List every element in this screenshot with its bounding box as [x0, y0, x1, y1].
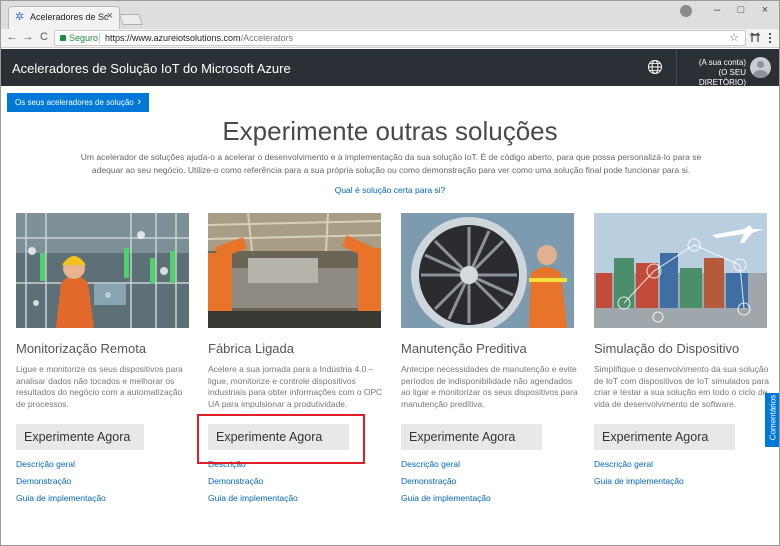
maximize-button[interactable]: □: [729, 3, 753, 17]
url-text: https://www.azureiotsolutions.com/Accele…: [105, 33, 293, 43]
reload-icon[interactable]: C: [37, 31, 51, 43]
overview-link[interactable]: Descrição geral: [594, 459, 653, 469]
tab-strip: ✲ Aceleradores de Soluçõe × – □ ×: [1, 1, 779, 29]
deployment-guide-link[interactable]: Guia de implementação: [16, 493, 106, 503]
close-window-button[interactable]: ×: [753, 3, 777, 17]
bookmark-star-icon[interactable]: ☆: [729, 31, 739, 44]
demo-link[interactable]: Demonstração: [208, 476, 263, 486]
intro-text: Um acelerador de soluções ajuda-o a acel…: [80, 152, 702, 175]
account-menu[interactable]: (A sua conta) (O SEU DIRETÓRIO): [679, 58, 746, 88]
url-path: /Accelerators: [240, 33, 294, 43]
card-connected-factory: Fábrica Ligada Acelere a sua jornada par…: [208, 213, 388, 513]
try-now-button[interactable]: Experimente Agora: [594, 424, 735, 450]
account-directory: (O SEU DIRETÓRIO): [698, 68, 746, 87]
tab-close-icon[interactable]: ×: [107, 10, 113, 22]
back-arrow-icon[interactable]: ←: [5, 31, 19, 43]
which-solution-link[interactable]: Qual é solução certa para si?: [1, 185, 779, 195]
card-device-simulation: Simulação do Dispositivo Simplifique o d…: [594, 213, 774, 513]
app-header: Aceleradores de Solução IoT do Microsoft…: [1, 49, 779, 88]
minimize-button[interactable]: –: [705, 3, 729, 17]
card-title: Simulação do Dispositivo: [594, 341, 740, 356]
deployment-guide-link[interactable]: Guia de implementação: [594, 476, 684, 486]
card-description: Antecipe necessidades de manutenção e ev…: [401, 364, 578, 409]
feedback-label: Comentários: [768, 394, 778, 441]
your-accelerators-label: Os seus aceleradores de solução: [15, 98, 134, 107]
overview-link[interactable]: Descrição geral: [16, 459, 75, 469]
globe-icon[interactable]: [647, 59, 663, 75]
azure-favicon-icon: ✲: [15, 11, 25, 23]
deployment-guide-link[interactable]: Guia de implementação: [401, 493, 491, 503]
card-description: Acelere a sua jornada para a Indústria 4…: [208, 364, 383, 409]
app-title: Aceleradores de Solução IoT do Microsoft…: [12, 61, 291, 76]
avatar[interactable]: [750, 57, 771, 78]
card-title: Fábrica Ligada: [208, 341, 294, 356]
address-bar-row: ← → C Seguro https://www.azureiotsolutio…: [1, 29, 779, 48]
new-tab-button[interactable]: [118, 14, 144, 25]
browser-window: ✲ Aceleradores de Soluçõe × – □ × ← → C …: [0, 0, 780, 546]
header-divider: [676, 49, 677, 86]
your-accelerators-button[interactable]: Os seus aceleradores de solução ›: [7, 93, 149, 112]
card-title: Manutenção Preditiva: [401, 341, 527, 356]
highlight-annotation: [197, 414, 365, 464]
predictive-maintenance-image[interactable]: [401, 213, 574, 328]
try-now-button[interactable]: Experimente Agora: [401, 424, 542, 450]
deployment-guide-link[interactable]: Guia de implementação: [208, 493, 298, 503]
remote-monitoring-image[interactable]: [16, 213, 189, 328]
feedback-tab[interactable]: Comentários: [765, 393, 779, 447]
card-predictive-maintenance: Manutenção Preditiva Antecipe necessidad…: [401, 213, 581, 513]
tab-title: Aceleradores de Soluçõe: [30, 12, 108, 22]
lock-icon: [60, 35, 66, 41]
omnibox-divider: [99, 33, 100, 44]
account-name: (A sua conta): [698, 58, 746, 67]
card-description: Simplifique o desenvolvimento da sua sol…: [594, 364, 769, 409]
url-host: https://www.azureiotsolutions.com: [105, 33, 241, 43]
menu-kebab-icon[interactable]: [767, 32, 773, 44]
try-now-button[interactable]: Experimente Agora: [16, 424, 144, 450]
connected-factory-image[interactable]: [208, 213, 381, 328]
demo-link[interactable]: Demonstração: [16, 476, 71, 486]
overview-link[interactable]: Descrição geral: [401, 459, 460, 469]
extension-icon[interactable]: [749, 32, 761, 44]
page-title: Experimente outras soluções: [222, 116, 558, 146]
demo-link[interactable]: Demonstração: [401, 476, 456, 486]
forward-arrow-icon[interactable]: →: [21, 31, 35, 43]
device-simulation-image[interactable]: [594, 213, 767, 328]
browser-tab[interactable]: ✲ Aceleradores de Soluçõe ×: [8, 6, 120, 29]
card-remote-monitoring: Monitorização Remota Ligue e monitorize …: [16, 213, 196, 513]
profile-icon[interactable]: [680, 5, 692, 17]
secure-label: Seguro: [69, 33, 99, 43]
url-input[interactable]: Seguro https://www.azureiotsolutions.com…: [54, 30, 746, 46]
card-title: Monitorização Remota: [16, 341, 147, 356]
card-description: Ligue e monitorize os seus dispositivos …: [16, 364, 183, 409]
chevron-right-icon: ›: [137, 96, 141, 108]
